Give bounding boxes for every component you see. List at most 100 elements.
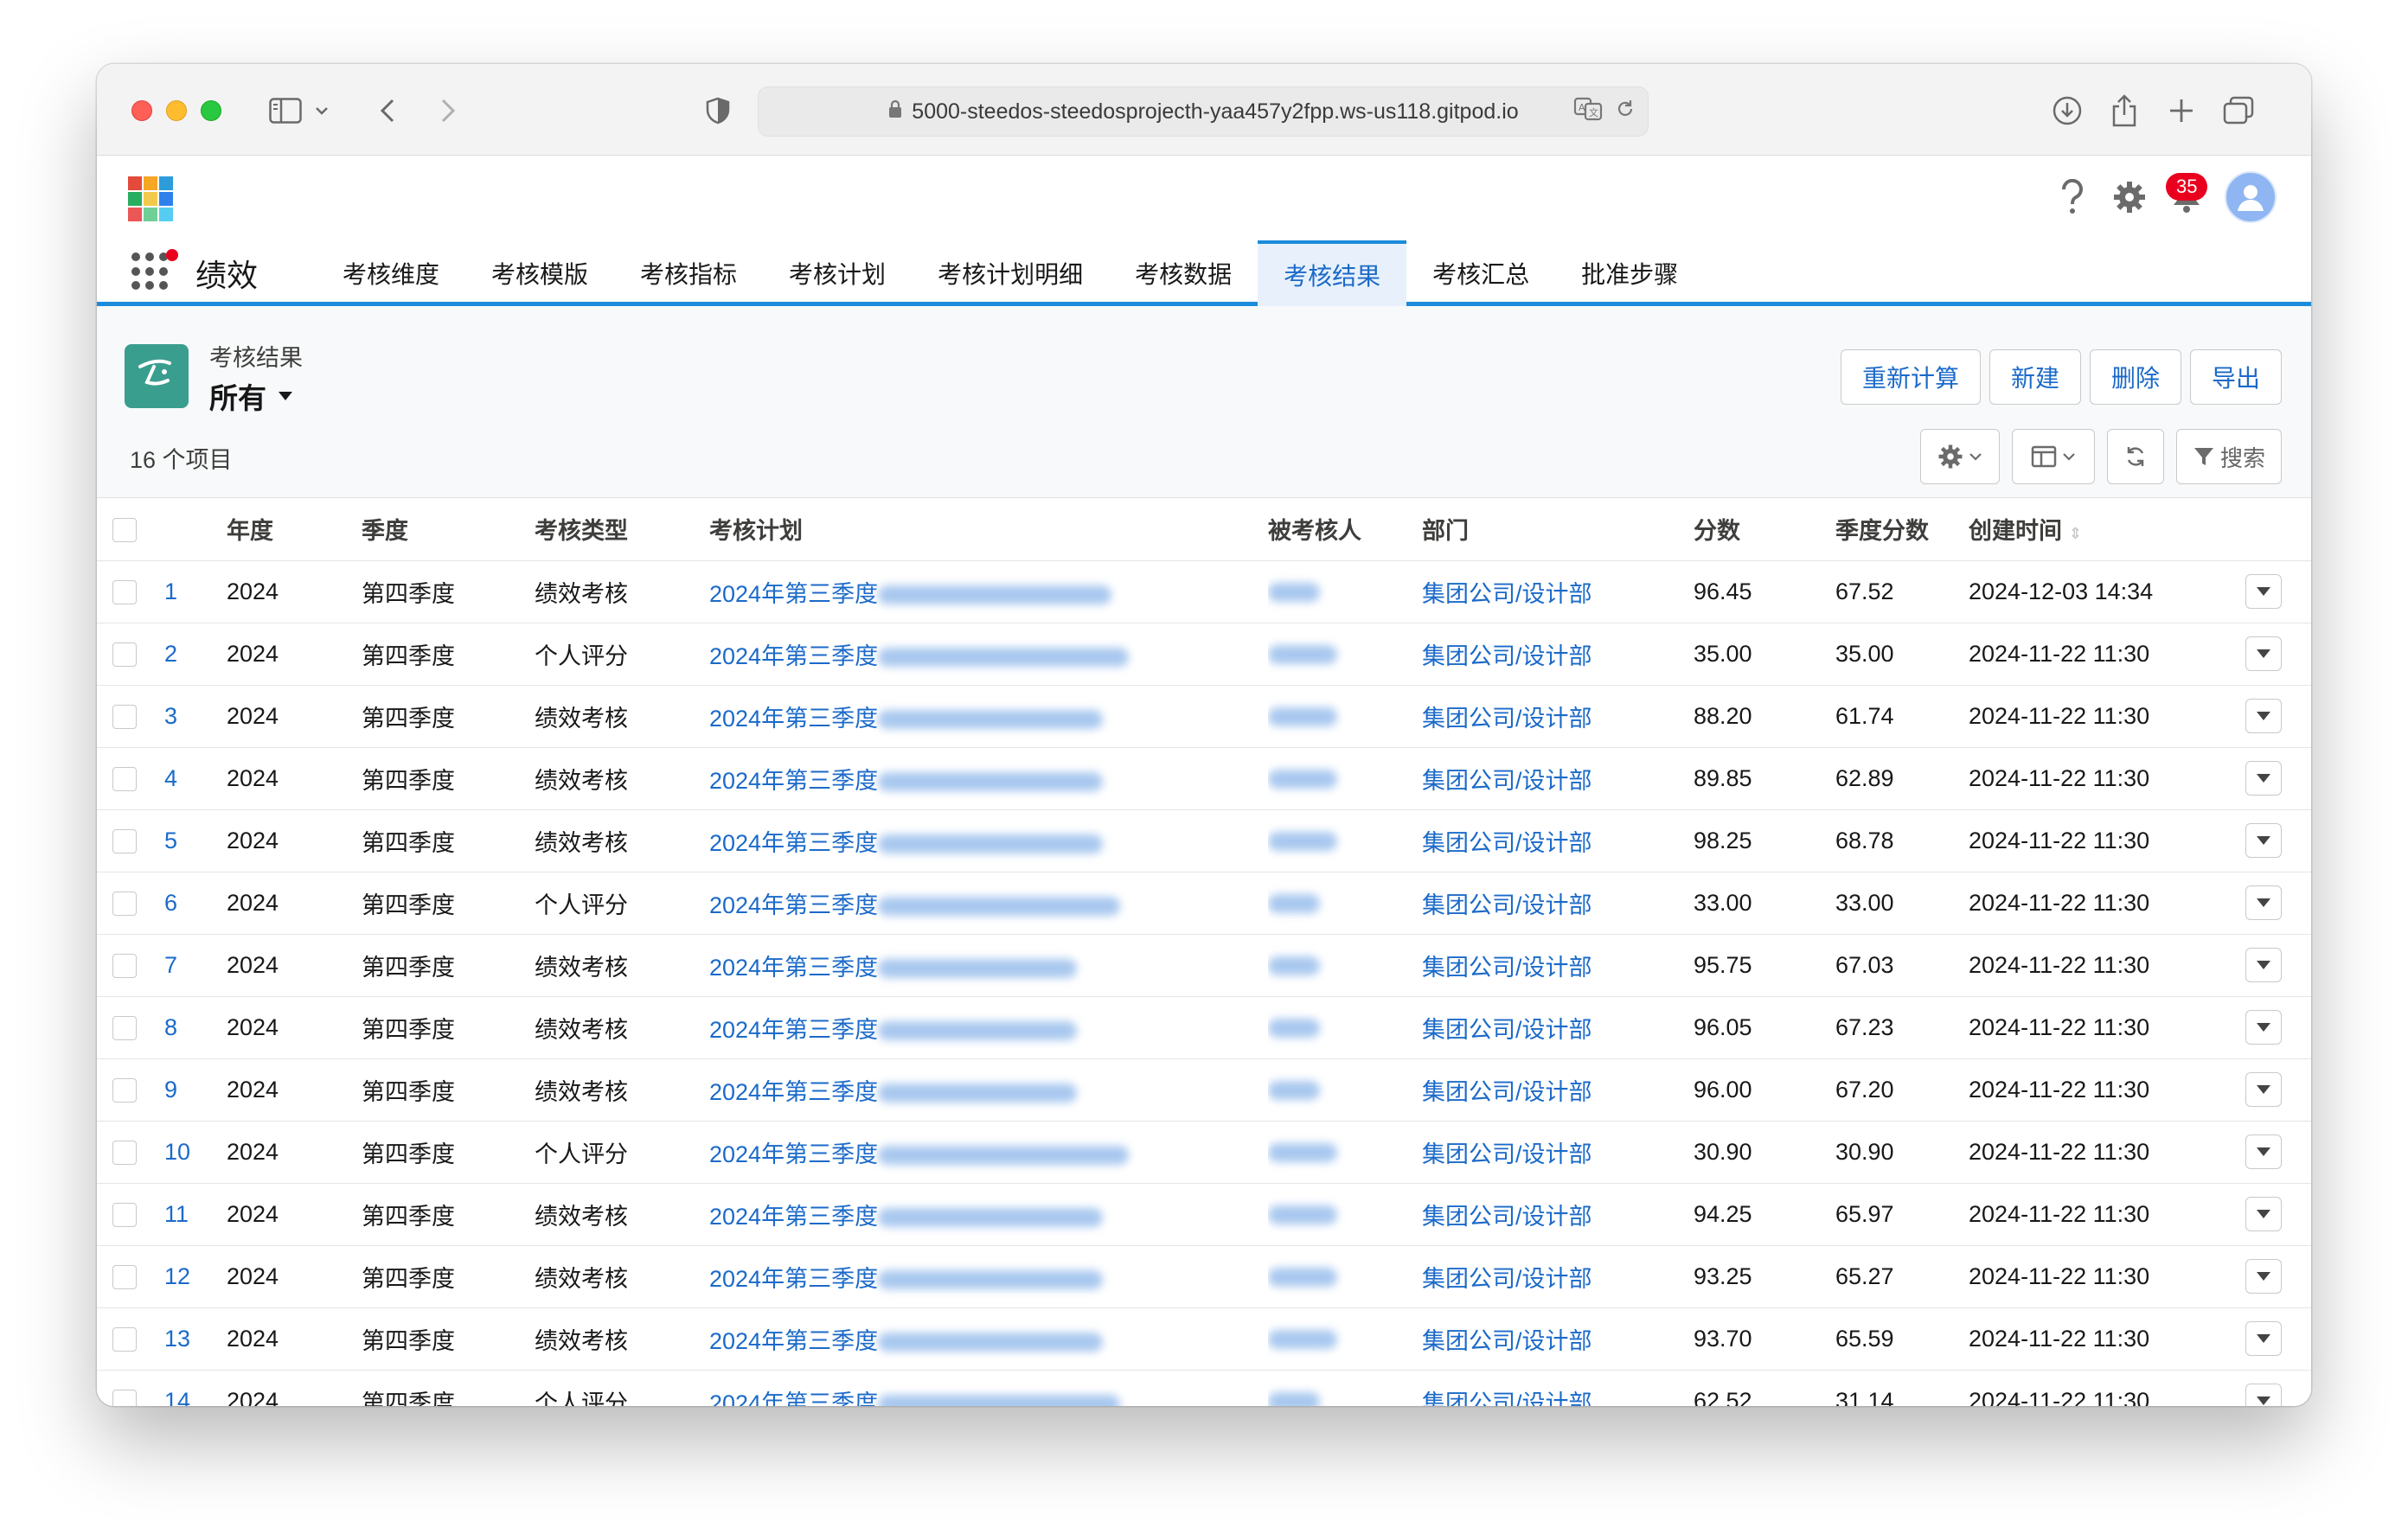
row-action-button[interactable] xyxy=(2245,1072,2282,1107)
tab-approval-steps[interactable]: 批准步骤 xyxy=(1555,240,1704,306)
redacted-person-link[interactable] xyxy=(1268,1019,1320,1039)
close-window-button[interactable] xyxy=(131,100,152,121)
tab-overview-icon[interactable] xyxy=(2219,92,2258,130)
app-launcher-icon[interactable] xyxy=(131,252,170,291)
column-header-plan[interactable]: 考核计划 xyxy=(709,498,1268,561)
row-action-button[interactable] xyxy=(2245,1259,2282,1294)
column-header-person[interactable]: 被考核人 xyxy=(1268,498,1422,561)
row-checkbox[interactable] xyxy=(112,954,137,979)
row-action-button[interactable] xyxy=(2245,823,2282,858)
tab-kpi-summary[interactable]: 考核汇总 xyxy=(1406,240,1555,306)
settings-gear-icon[interactable] xyxy=(2110,178,2149,216)
row-checkbox[interactable] xyxy=(112,1078,137,1103)
row-checkbox[interactable] xyxy=(112,580,137,605)
back-icon[interactable] xyxy=(370,92,405,130)
row-number-link[interactable]: 13 xyxy=(156,1307,227,1371)
table-row[interactable]: 6 2024 第四季度 个人评分 2024年第三季度 集团公司/设计部 33.0… xyxy=(97,872,2311,935)
row-number-link[interactable]: 8 xyxy=(156,996,227,1059)
redacted-person-link[interactable] xyxy=(1268,894,1320,914)
redacted-person-link[interactable] xyxy=(1268,1143,1337,1163)
column-header-created[interactable]: 创建时间 ⇕ xyxy=(1969,498,2245,561)
share-icon[interactable] xyxy=(2105,92,2143,130)
row-number-link[interactable]: 2 xyxy=(156,623,227,686)
row-checkbox[interactable] xyxy=(112,705,137,730)
column-header-dept[interactable]: 部门 xyxy=(1422,498,1694,561)
row-number-link[interactable]: 7 xyxy=(156,934,227,997)
plan-link[interactable]: 2024年第三季度 xyxy=(709,1266,878,1292)
row-action-button[interactable] xyxy=(2245,1135,2282,1169)
table-row[interactable]: 3 2024 第四季度 绩效考核 2024年第三季度 集团公司/设计部 88.2… xyxy=(97,685,2311,748)
plan-link[interactable]: 2024年第三季度 xyxy=(709,830,878,856)
row-number-link[interactable]: 4 xyxy=(156,747,227,810)
tab-kpi-result[interactable]: 考核结果 xyxy=(1258,240,1407,306)
plan-link[interactable]: 2024年第三季度 xyxy=(709,643,878,669)
table-row[interactable]: 4 2024 第四季度 绩效考核 2024年第三季度 集团公司/设计部 89.8… xyxy=(97,747,2311,810)
zoom-window-button[interactable] xyxy=(201,100,221,121)
dept-link[interactable]: 集团公司/设计部 xyxy=(1422,768,1592,794)
tab-kpi-indicator[interactable]: 考核指标 xyxy=(614,240,763,306)
row-number-link[interactable]: 1 xyxy=(156,560,227,623)
tab-kpi-dimension[interactable]: 考核维度 xyxy=(317,240,465,306)
recalculate-button[interactable]: 重新计算 xyxy=(1840,349,1981,405)
plan-link[interactable]: 2024年第三季度 xyxy=(709,1328,878,1354)
list-view-selector[interactable]: 所有 xyxy=(209,375,294,417)
row-checkbox[interactable] xyxy=(112,1265,137,1290)
minimize-window-button[interactable] xyxy=(166,100,187,121)
app-logo[interactable] xyxy=(128,176,173,221)
column-header-score[interactable]: 分数 xyxy=(1694,498,1835,561)
column-header-quarter-score[interactable]: 季度分数 xyxy=(1835,498,1969,561)
dept-link[interactable]: 集团公司/设计部 xyxy=(1422,706,1592,732)
row-number-link[interactable]: 12 xyxy=(156,1245,227,1308)
dept-link[interactable]: 集团公司/设计部 xyxy=(1422,1017,1592,1043)
search-filter-button[interactable]: 搜索 xyxy=(2175,429,2282,484)
table-row[interactable]: 10 2024 第四季度 个人评分 2024年第三季度 集团公司/设计部 30.… xyxy=(97,1121,2311,1184)
table-row[interactable]: 7 2024 第四季度 绩效考核 2024年第三季度 集团公司/设计部 95.7… xyxy=(97,934,2311,997)
plan-link[interactable]: 2024年第三季度 xyxy=(709,892,878,918)
row-number-link[interactable]: 11 xyxy=(156,1183,227,1246)
redacted-person-link[interactable] xyxy=(1268,1205,1337,1225)
dept-link[interactable]: 集团公司/设计部 xyxy=(1422,1141,1592,1167)
column-header-year[interactable]: 年度 xyxy=(227,498,362,561)
delete-button[interactable]: 删除 xyxy=(2089,349,2181,405)
plan-link[interactable]: 2024年第三季度 xyxy=(709,706,878,732)
help-icon[interactable] xyxy=(2053,178,2091,216)
plan-link[interactable]: 2024年第三季度 xyxy=(709,1079,878,1105)
row-number-link[interactable]: 5 xyxy=(156,809,227,872)
forward-icon[interactable] xyxy=(431,92,465,130)
translate-icon[interactable]: A文 xyxy=(1573,97,1604,127)
row-action-button[interactable] xyxy=(2245,574,2282,609)
table-row[interactable]: 5 2024 第四季度 绩效考核 2024年第三季度 集团公司/设计部 98.2… xyxy=(97,809,2311,872)
row-checkbox[interactable] xyxy=(112,1327,137,1352)
row-checkbox[interactable] xyxy=(112,1203,137,1228)
list-settings-button[interactable] xyxy=(1919,429,2000,484)
plan-link[interactable]: 2024年第三季度 xyxy=(709,1017,878,1043)
table-row[interactable]: 12 2024 第四季度 绩效考核 2024年第三季度 集团公司/设计部 93.… xyxy=(97,1245,2311,1308)
row-action-button[interactable] xyxy=(2245,636,2282,671)
table-row[interactable]: 13 2024 第四季度 绩效考核 2024年第三季度 集团公司/设计部 93.… xyxy=(97,1307,2311,1371)
redacted-person-link[interactable] xyxy=(1268,583,1320,603)
dept-link[interactable]: 集团公司/设计部 xyxy=(1422,1390,1592,1407)
redacted-person-link[interactable] xyxy=(1268,770,1337,789)
row-action-button[interactable] xyxy=(2245,1010,2282,1045)
row-checkbox[interactable] xyxy=(112,767,137,792)
select-all-checkbox[interactable] xyxy=(112,518,137,543)
redacted-person-link[interactable] xyxy=(1268,956,1320,976)
plan-link[interactable]: 2024年第三季度 xyxy=(709,1390,878,1407)
plan-link[interactable]: 2024年第三季度 xyxy=(709,1204,878,1230)
redacted-person-link[interactable] xyxy=(1268,1081,1320,1101)
dept-link[interactable]: 集团公司/设计部 xyxy=(1422,581,1592,607)
row-number-link[interactable]: 9 xyxy=(156,1058,227,1122)
row-checkbox[interactable] xyxy=(112,892,137,917)
table-row[interactable]: 9 2024 第四季度 绩效考核 2024年第三季度 集团公司/设计部 96.0… xyxy=(97,1058,2311,1122)
redacted-person-link[interactable] xyxy=(1268,832,1337,852)
row-number-link[interactable]: 14 xyxy=(156,1370,227,1406)
privacy-shield-icon[interactable] xyxy=(701,92,735,130)
column-header-quarter[interactable]: 季度 xyxy=(362,498,535,561)
table-row[interactable]: 2 2024 第四季度 个人评分 2024年第三季度 集团公司/设计部 35.0… xyxy=(97,623,2311,686)
redacted-person-link[interactable] xyxy=(1268,1268,1337,1288)
table-row[interactable]: 11 2024 第四季度 绩效考核 2024年第三季度 集团公司/设计部 94.… xyxy=(97,1183,2311,1246)
dept-link[interactable]: 集团公司/设计部 xyxy=(1422,1204,1592,1230)
row-number-link[interactable]: 10 xyxy=(156,1121,227,1184)
row-action-button[interactable] xyxy=(2245,1321,2282,1356)
dept-link[interactable]: 集团公司/设计部 xyxy=(1422,892,1592,918)
